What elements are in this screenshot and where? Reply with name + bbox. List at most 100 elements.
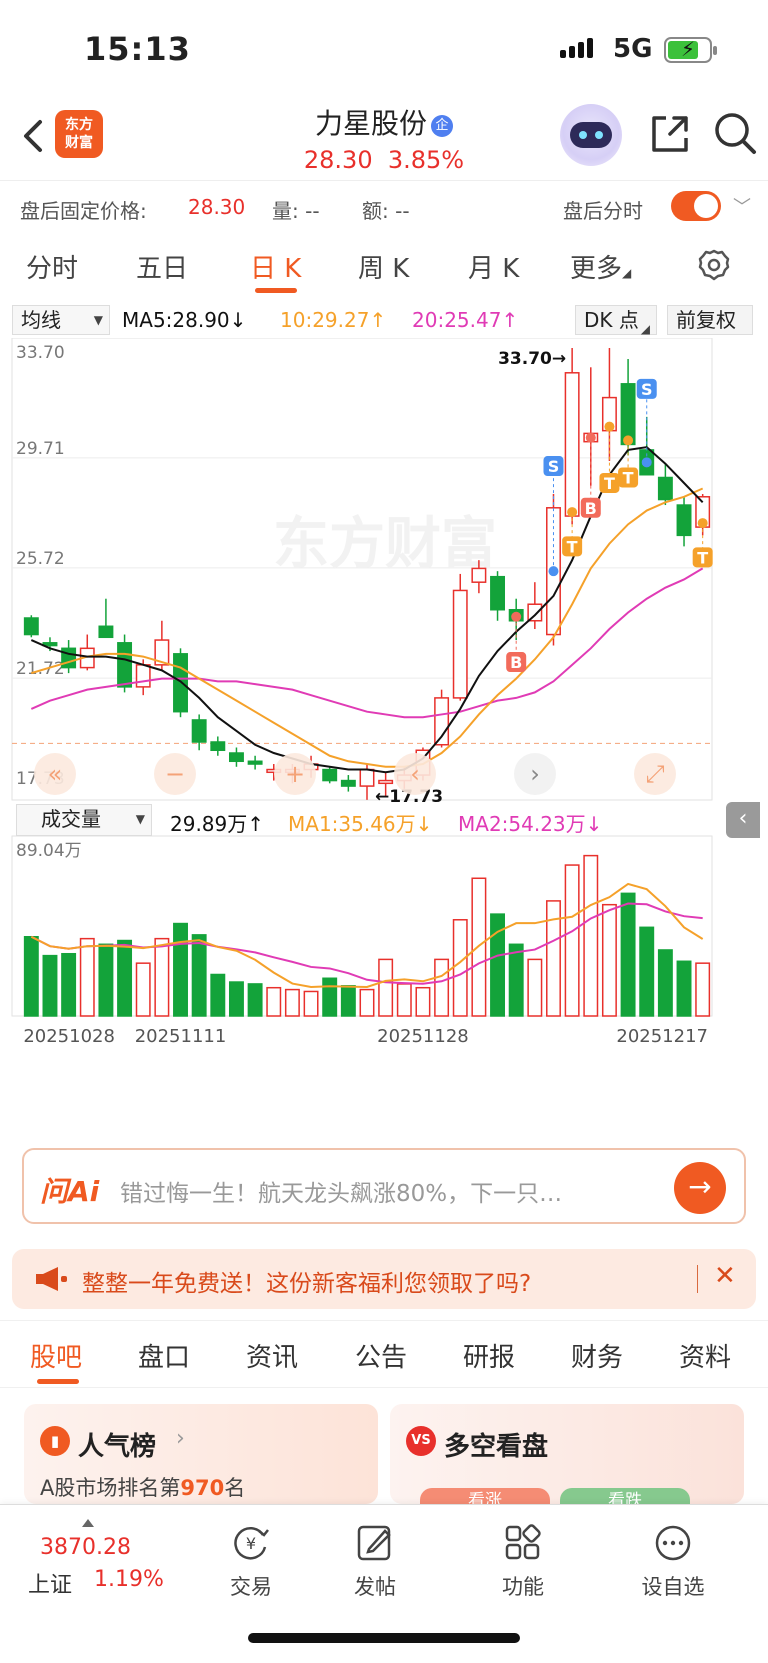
nav-add-watchlist[interactable]: 设自选 [618, 1523, 728, 1601]
collapse-panel-icon[interactable]: ‹ [726, 802, 760, 838]
arrow-right-icon[interactable]: → [674, 1162, 726, 1214]
signal-dot [623, 435, 634, 446]
nav-post[interactable]: 发帖 [320, 1523, 430, 1601]
ma-legend-row: 均线 ▼ MA5:28.90↓ 10:29.27↑ 20:25.47↑ DK 点 ◢… [0, 302, 768, 338]
ask-ai-bar[interactable]: 问Ai 错过悔一生！航天龙头飙涨80%，下一只… → [22, 1148, 746, 1224]
candle-body [117, 642, 133, 688]
volume-bar [79, 937, 95, 1017]
candle-body [620, 383, 636, 446]
divider [697, 1265, 698, 1293]
tab-intraday[interactable]: 分时 [26, 248, 78, 285]
arrow-up-icon: ↑ [501, 308, 519, 332]
promo-banner[interactable]: 整整一年免费送！这份新客福利您领取了吗? ✕ [12, 1249, 756, 1309]
tab-monthly-k[interactable]: 月 K [468, 248, 519, 285]
tab-profile[interactable]: 资料 [679, 1337, 731, 1374]
ma10-value: 10:29.27↑ [280, 308, 387, 332]
candle-body [490, 575, 506, 611]
tab-financials[interactable]: 财务 [571, 1337, 623, 1374]
ask-ai-logo: 问Ai [40, 1175, 100, 1208]
candle-body [359, 768, 375, 787]
signal-label: B [510, 653, 522, 672]
grid-icon [505, 1524, 541, 1560]
tab-order-book[interactable]: 盘口 [138, 1337, 190, 1374]
gear-icon[interactable] [697, 248, 731, 282]
tab-five-day[interactable]: 五日 [136, 248, 188, 285]
fullscreen-icon[interactable]: ⤢ [634, 753, 676, 795]
volume-bar [340, 985, 356, 1017]
volume-bar [42, 954, 58, 1017]
tab-news[interactable]: 资讯 [246, 1337, 298, 1374]
volume-bar [154, 937, 170, 1017]
caret-up-icon [82, 1519, 94, 1527]
volume-indicator-selector[interactable]: 成交量 ▼ [16, 804, 152, 836]
tab-stock-forum[interactable]: 股吧 [30, 1337, 82, 1374]
search-icon[interactable] [712, 110, 758, 156]
sentiment-card[interactable]: VS 多空看盘 看涨 看跌 [390, 1404, 744, 1512]
signal-dot [641, 457, 652, 468]
signal-label: T [567, 537, 578, 556]
signal-label: B [585, 499, 597, 518]
chevron-left-icon[interactable]: ‹ [394, 753, 436, 795]
signal-label: T [623, 468, 634, 487]
volume-bar [415, 986, 431, 1017]
fixed-price-label: 盘后固定价格: [20, 199, 147, 223]
volume-bar [452, 919, 468, 1017]
status-time: 15:13 [84, 30, 191, 68]
tab-announcements[interactable]: 公告 [355, 1337, 407, 1374]
candle-body [98, 625, 114, 639]
candle-body [378, 779, 394, 785]
stock-header: 东方 财富 力星股份企 28.30 3.85% [0, 100, 768, 180]
tab-more[interactable]: 更多◢ [570, 248, 631, 285]
volume-bar [135, 962, 151, 1017]
price-axis-label: 21.72 [16, 659, 65, 679]
signal-dot [585, 432, 596, 443]
date-axis-label: 20251128 [377, 1026, 469, 1047]
high-price-label: 33.70→ [498, 349, 566, 369]
index-value[interactable]: 3870.28 [40, 1535, 131, 1560]
nav-functions[interactable]: 功能 [468, 1523, 578, 1601]
chart-bar-icon: ▮ [40, 1426, 70, 1456]
enterprise-badge-icon: 企 [431, 115, 453, 137]
signal-label: T [604, 474, 615, 493]
volume-bar [173, 922, 188, 1017]
volume-bar [434, 958, 450, 1017]
chevron-right-icon[interactable]: › [514, 753, 556, 795]
plus-icon[interactable]: + [274, 753, 316, 795]
dropdown-arrow-icon: ▼ [93, 313, 103, 327]
volume-bar [508, 943, 524, 1017]
home-indicator [248, 1633, 520, 1643]
volume-bar [284, 988, 300, 1017]
watermark: 东方财富 [273, 512, 497, 577]
chevron-down-icon[interactable]: ﹀ [733, 193, 751, 219]
kline-svg: 33.7029.7125.7221.7217.73东方财富33.70→←17.7… [11, 338, 713, 1047]
date-axis-label: 20251028 [23, 1026, 115, 1047]
popularity-card[interactable]: ▮ 人气榜 › A股市场排名第970名 [24, 1404, 378, 1504]
ask-ai-placeholder[interactable]: 错过悔一生！航天龙头飙涨80%，下一只… [120, 1174, 660, 1208]
close-icon[interactable]: ✕ [714, 1261, 736, 1291]
after-hours-amount: 额: -- [362, 199, 410, 223]
forward-adjust-button[interactable]: 前复权 [667, 305, 753, 335]
indicator-selector[interactable]: 均线 ▼ [12, 305, 110, 335]
after-hours-toggle[interactable] [671, 191, 721, 221]
share-icon[interactable] [648, 112, 692, 156]
index-name[interactable]: 上证 [28, 1567, 72, 1599]
price-value: 28.30 [303, 146, 373, 174]
promo-text[interactable]: 整整一年免费送！这份新客福利您领取了吗? [82, 1264, 531, 1298]
minus-icon[interactable]: − [154, 753, 196, 795]
tab-weekly-k[interactable]: 周 K [358, 248, 409, 285]
index-change[interactable]: 1.19% [94, 1567, 164, 1592]
price-axis-label: 29.71 [16, 439, 65, 459]
volume-bar [639, 926, 655, 1017]
volume-bar [117, 939, 133, 1017]
kline-chart[interactable]: 33.7029.7125.7221.7217.73东方财富33.70→←17.7… [0, 338, 768, 1118]
candle-body [340, 779, 356, 787]
volume-bar [527, 958, 543, 1017]
volume-current: 29.89万↑ [170, 812, 265, 836]
nav-trade[interactable]: ¥ 交易 [196, 1523, 306, 1601]
zoom-out-double-left-icon[interactable]: « [34, 753, 76, 795]
dk-point-button[interactable]: DK 点 ◢ [575, 305, 657, 336]
tab-research[interactable]: 研报 [463, 1337, 515, 1374]
ai-assistant-avatar-icon[interactable] [560, 104, 622, 166]
tab-daily-k[interactable]: 日 K [250, 248, 301, 285]
signal-label: T [697, 548, 708, 567]
